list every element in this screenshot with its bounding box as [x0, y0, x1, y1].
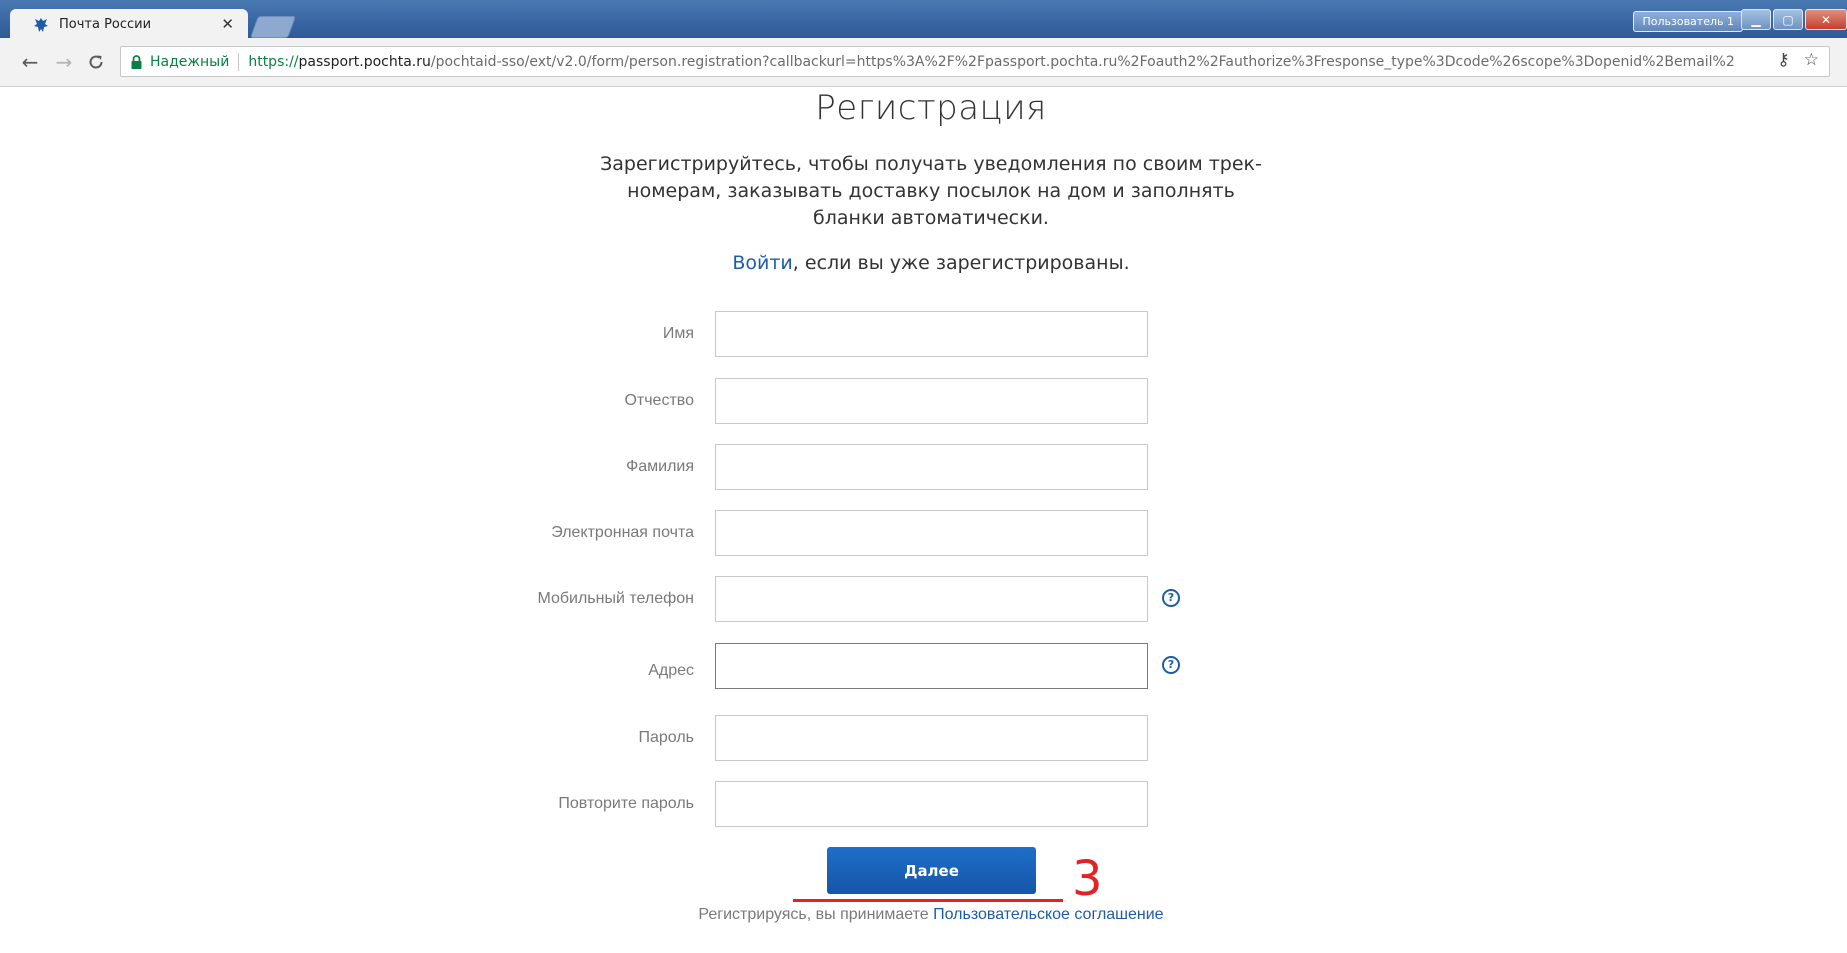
address-separator [238, 52, 240, 71]
window-controls: ▁ ▢ ✕ [1741, 9, 1847, 30]
browser-toolbar: ← → Надежный https://passport.pochta.ru /… [0, 38, 1847, 87]
form-row-last-name: Фамилия [0, 444, 1847, 490]
login-link[interactable]: Войти [732, 252, 792, 274]
first-name-input[interactable] [715, 311, 1148, 357]
annotation-underline [793, 899, 1063, 902]
secure-label: Надежный [150, 53, 230, 70]
russian-post-eagle-icon [32, 16, 50, 34]
last-name-input[interactable] [715, 444, 1148, 490]
repeat-password-input[interactable] [715, 781, 1148, 827]
password-label: Пароль [638, 729, 694, 746]
url-scheme: https:// [248, 53, 299, 70]
agreement-text: Регистрируясь, вы принимаете Пользовател… [0, 906, 1847, 924]
login-prompt-text: , если вы уже зарегистрированы. [792, 252, 1130, 274]
browser-titlebar: Почта России ✕ Пользователь 1 ▁ ▢ ✕ [0, 0, 1847, 40]
profile-button[interactable]: Пользователь 1 [1633, 11, 1743, 32]
phone-help-icon[interactable]: ? [1162, 589, 1180, 607]
first-name-label: Имя [662, 325, 694, 342]
key-icon[interactable]: ⚷ [1777, 50, 1789, 70]
agreement-prefix: Регистрируясь, вы принимаете [698, 906, 934, 923]
minimize-icon[interactable]: ▁ [1741, 9, 1771, 30]
annotation-number: 3 [1072, 851, 1103, 907]
tab-title: Почта России [59, 17, 152, 32]
address-input[interactable] [715, 643, 1148, 689]
password-input[interactable] [715, 715, 1148, 761]
close-window-icon[interactable]: ✕ [1805, 9, 1847, 30]
form-row-first-name: Имя [0, 311, 1847, 357]
bookmark-star-icon[interactable]: ☆ [1804, 50, 1819, 70]
form-row-phone: Мобильный телефон ? [0, 576, 1847, 622]
intro-text: Зарегистрируйтесь, чтобы получать уведом… [600, 153, 1262, 229]
url-host: passport.pochta.ru [298, 53, 431, 70]
patronymic-input[interactable] [715, 378, 1148, 424]
form-row-password: Пароль [0, 715, 1847, 761]
form-row-address: Адрес ? [0, 643, 1847, 689]
last-name-label: Фамилия [626, 458, 694, 475]
address-bar-icons: ⚷ ☆ [1771, 50, 1819, 70]
maximize-icon[interactable]: ▢ [1773, 9, 1803, 30]
forward-arrow-icon[interactable]: → [52, 50, 76, 74]
reload-icon[interactable] [84, 50, 108, 74]
phone-input[interactable] [715, 576, 1148, 622]
repeat-password-label: Повторите пароль [558, 795, 694, 812]
user-agreement-link[interactable]: Пользовательское соглашение [933, 906, 1163, 923]
address-help-icon[interactable]: ? [1162, 656, 1180, 674]
form-row-patronymic: Отчество [0, 378, 1847, 424]
address-label: Адрес [648, 662, 694, 679]
url-path: /pochtaid-sso/ext/v2.0/form/person.regis… [430, 53, 1735, 70]
tab-close-icon[interactable]: ✕ [221, 15, 234, 33]
patronymic-label: Отчество [624, 392, 694, 409]
phone-label: Мобильный телефон [537, 590, 694, 607]
form-row-repeat-password: Повторите пароль [0, 781, 1847, 827]
form-row-email: Электронная почта [0, 510, 1847, 556]
browser-tab[interactable]: Почта России ✕ [10, 9, 248, 40]
page-title: Регистрация [815, 88, 1047, 128]
login-prompt: Войти, если вы уже зарегистрированы. [0, 252, 1847, 274]
address-bar[interactable]: Надежный https://passport.pochta.ru/poch… [120, 46, 1830, 77]
new-tab-button[interactable] [249, 16, 297, 38]
email-label: Электронная почта [551, 524, 694, 541]
back-arrow-icon[interactable]: ← [18, 50, 42, 74]
lock-icon [131, 54, 142, 69]
email-input[interactable] [715, 510, 1148, 556]
next-button[interactable]: Далее [827, 847, 1036, 894]
